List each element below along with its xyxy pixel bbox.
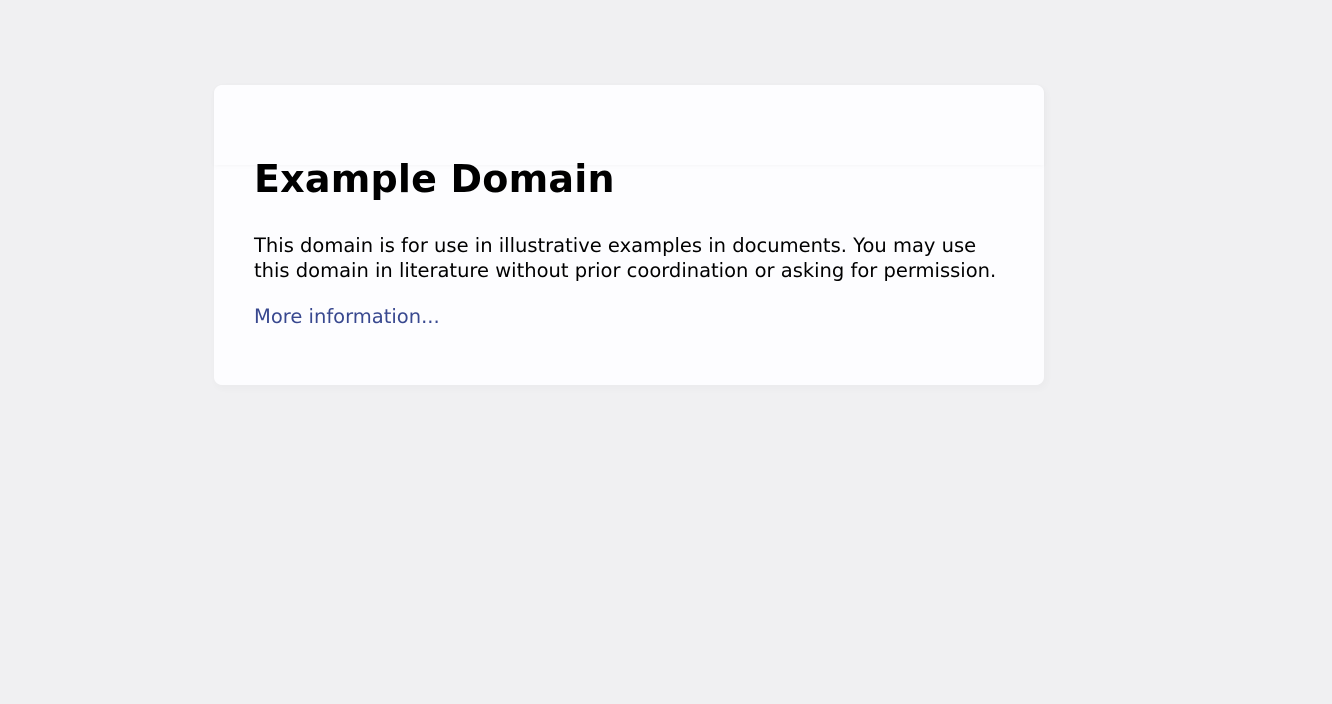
more-information-link[interactable]: More information...	[254, 304, 440, 329]
card-top-band	[214, 85, 1044, 165]
content-card: Example Domain This domain is for use in…	[214, 85, 1044, 385]
page-description: This domain is for use in illustrative e…	[254, 234, 997, 282]
page-title: Example Domain	[254, 157, 615, 201]
